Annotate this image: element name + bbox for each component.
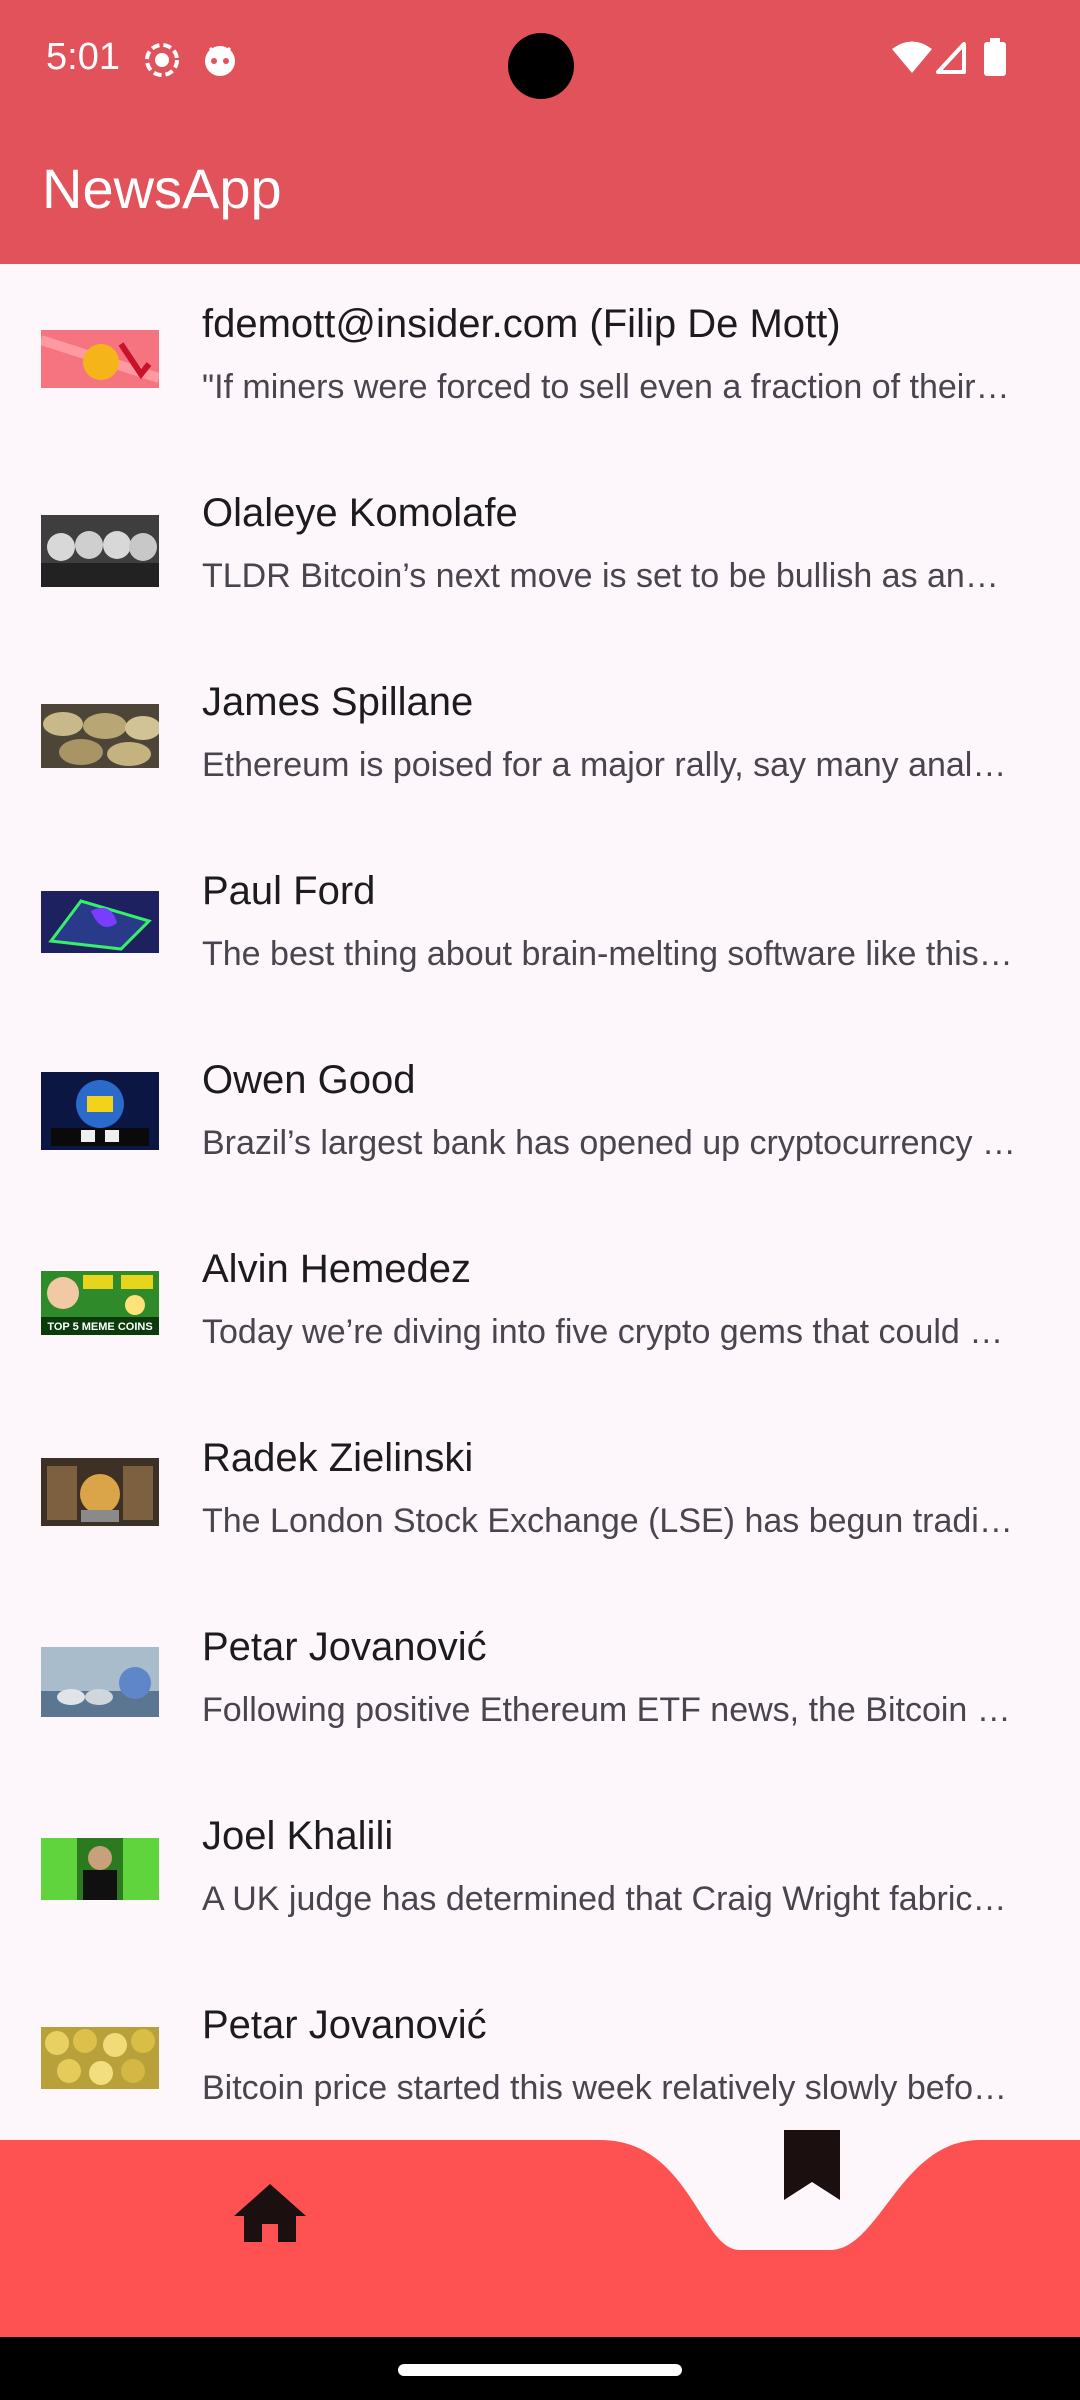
article-snippet: A UK judge has determined that Craig Wri… [202, 1880, 1017, 1918]
status-time: 5:01 [46, 36, 120, 78]
article-thumbnail [41, 1458, 159, 1526]
list-item[interactable]: Paul Ford The best thing about brain-mel… [0, 831, 1080, 1020]
battery-icon [984, 38, 1006, 76]
list-item[interactable]: Joel Khalili A UK judge has determined t… [0, 1776, 1080, 1965]
article-author: fdemott@insider.com (Filip De Mott) [202, 302, 841, 346]
list-item[interactable]: Radek Zielinski The London Stock Exchang… [0, 1398, 1080, 1587]
article-snippet: "If miners were forced to sell even a fr… [202, 368, 1017, 406]
article-author: James Spillane [202, 680, 474, 724]
article-author: Owen Good [202, 1058, 416, 1102]
signal-icon [936, 42, 966, 74]
article-thumbnail [41, 2027, 159, 2089]
article-thumbnail [41, 1072, 159, 1150]
home-icon [234, 2184, 306, 2242]
nav-bookmarks-button[interactable] [764, 2130, 860, 2230]
list-item[interactable]: Petar Jovanović Following positive Ether… [0, 1587, 1080, 1776]
article-snippet: Ethereum is poised for a major rally, sa… [202, 746, 1017, 784]
article-thumbnail: TOP 5 MEME COINS [41, 1271, 159, 1335]
list-item[interactable]: fdemott@insider.com (Filip De Mott) "If … [0, 264, 1080, 453]
article-author: Radek Zielinski [202, 1436, 474, 1480]
article-thumbnail [41, 704, 159, 768]
list-item[interactable]: Olaleye Komolafe TLDR Bitcoin’s next mov… [0, 453, 1080, 642]
svg-text:TOP 5 MEME COINS: TOP 5 MEME COINS [47, 1321, 152, 1333]
bookmark-icon [784, 2130, 840, 2200]
article-list[interactable]: fdemott@insider.com (Filip De Mott) "If … [0, 264, 1080, 2139]
article-snippet: The London Stock Exchange (LSE) has begu… [202, 1502, 1017, 1540]
list-item[interactable]: TOP 5 MEME COINS Alvin Hemedez Today we’… [0, 1209, 1080, 1398]
article-snippet: Following positive Ethereum ETF news, th… [202, 1691, 1017, 1729]
list-item[interactable]: Petar Jovanović Bitcoin price started th… [0, 1965, 1080, 2139]
article-author: Paul Ford [202, 869, 376, 913]
wifi-icon [892, 41, 932, 73]
article-author: Petar Jovanović [202, 2003, 487, 2047]
article-snippet: Today we’re diving into five crypto gems… [202, 1313, 1017, 1351]
article-snippet: Bitcoin price started this week relative… [202, 2069, 1017, 2107]
notification-app-icon [205, 46, 235, 76]
bottom-nav-background [0, 2140, 1080, 2337]
article-author: Petar Jovanović [202, 1625, 487, 1669]
app-title: NewsApp [42, 157, 282, 220]
article-author: Olaleye Komolafe [202, 491, 518, 535]
article-snippet: Brazil’s largest bank has opened up cryp… [202, 1124, 1017, 1162]
article-thumbnail [41, 891, 159, 953]
article-thumbnail [41, 1838, 159, 1900]
article-thumbnail [41, 515, 159, 587]
article-thumbnail [41, 330, 159, 388]
list-item[interactable]: Owen Good Brazil’s largest bank has open… [0, 1020, 1080, 1209]
article-author: Alvin Hemedez [202, 1247, 472, 1291]
app-bar: NewsApp [0, 120, 1080, 264]
list-item[interactable]: James Spillane Ethereum is poised for a … [0, 642, 1080, 831]
article-snippet: The best thing about brain-melting softw… [202, 935, 1017, 973]
record-icon [145, 43, 179, 77]
front-camera [508, 33, 574, 99]
status-bar: 5:01 [0, 0, 1080, 120]
bottom-navigation [0, 2130, 1080, 2337]
article-author: Joel Khalili [202, 1814, 394, 1858]
article-thumbnail [41, 1647, 159, 1717]
nav-home-button[interactable] [222, 2164, 318, 2260]
gesture-handle[interactable] [398, 2364, 682, 2376]
article-snippet: TLDR Bitcoin’s next move is set to be bu… [202, 557, 1017, 595]
